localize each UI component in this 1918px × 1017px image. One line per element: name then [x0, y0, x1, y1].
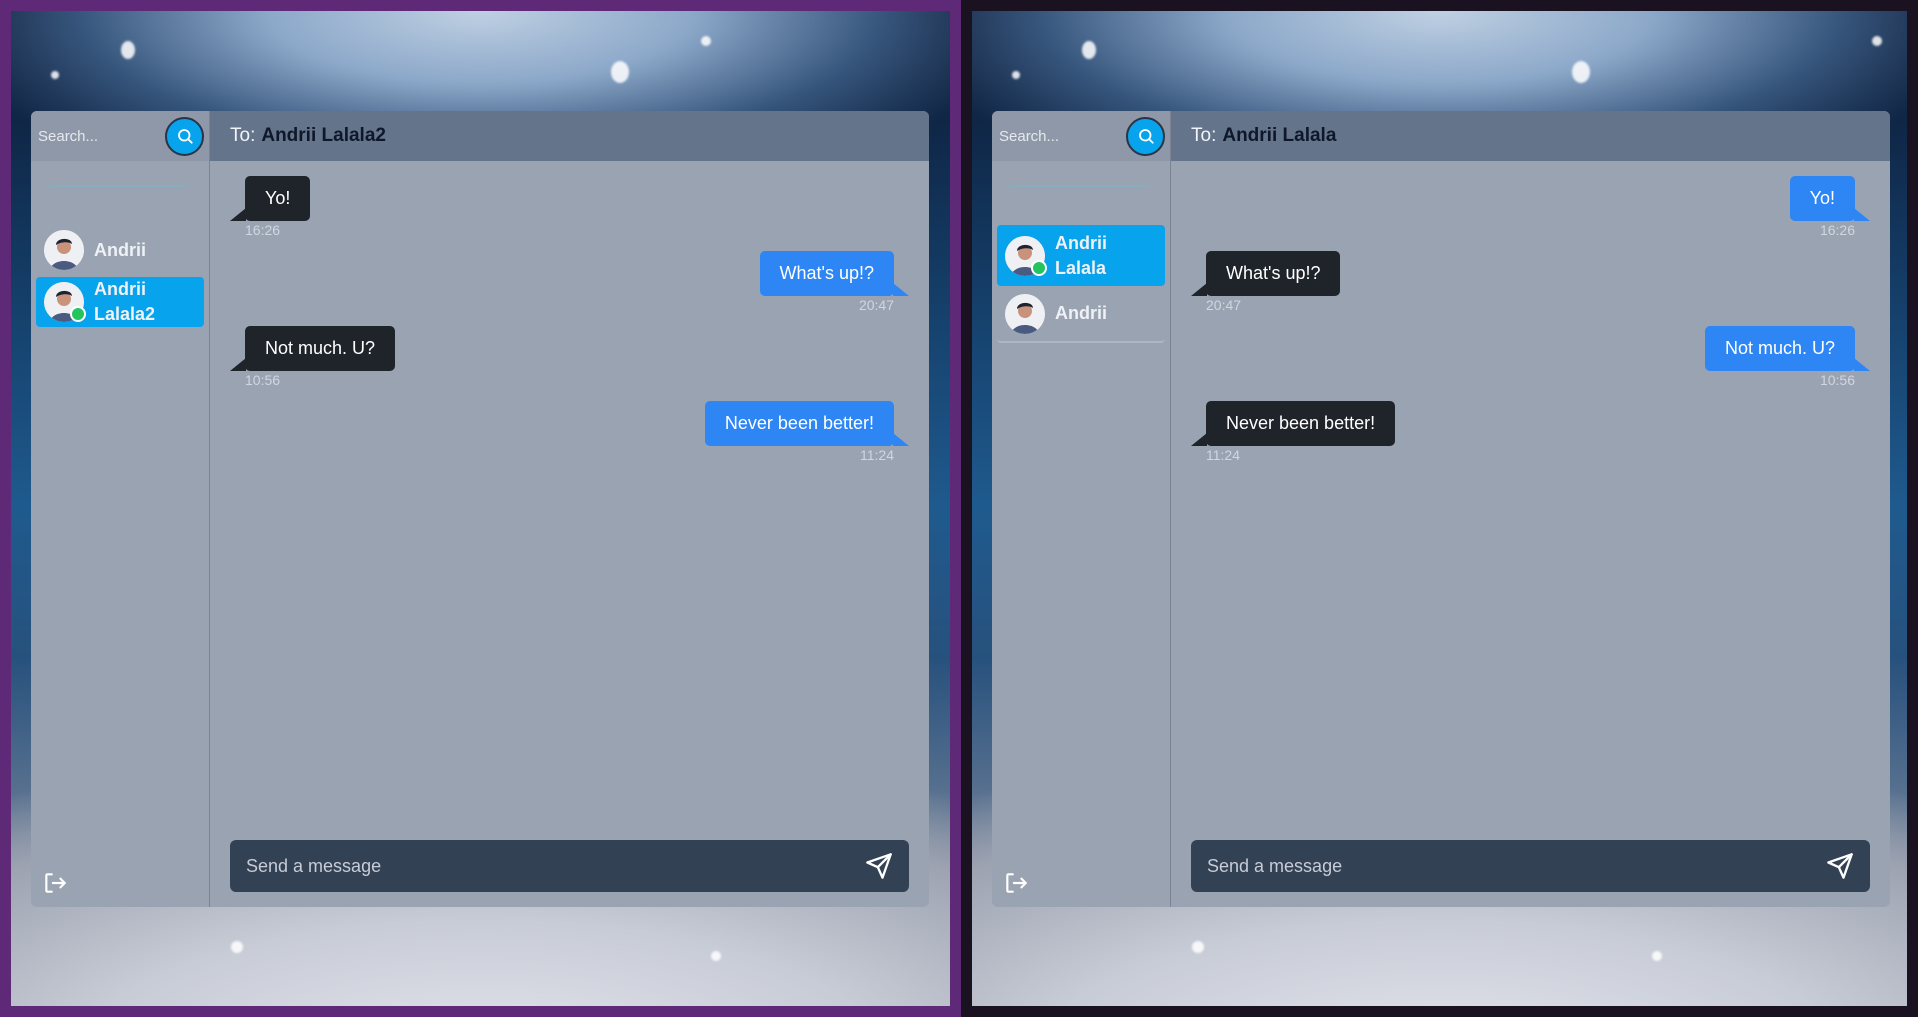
message-item: Not much. U? 10:56: [1704, 326, 1871, 388]
search-input[interactable]: [36, 126, 165, 146]
logout-icon: [1006, 873, 1027, 893]
recipient-name: Andrii Lalala: [1222, 125, 1337, 146]
send-icon: [1827, 853, 1853, 879]
search-icon: [1138, 129, 1154, 144]
message-time: 10:56: [245, 372, 281, 388]
user-avatar-icon: [44, 230, 84, 270]
sidebar-divider: [49, 186, 187, 187]
logout-button[interactable]: [39, 867, 71, 899]
message-time: 20:47: [1206, 297, 1242, 313]
search-row: [992, 111, 1170, 161]
user-avatar-icon: [1005, 293, 1045, 334]
contact-item-andrii[interactable]: Andrii: [36, 225, 204, 275]
message-time: 11:24: [860, 447, 894, 463]
sidebar-divider: [1010, 186, 1148, 187]
message-bubble: Not much. U?: [1704, 326, 1871, 371]
message-bubble: Not much. U?: [229, 326, 396, 371]
contact-name: Andrii Lalala: [1055, 232, 1107, 278]
chat-panel: To: Andrii Lalala Yo! 16:26 What's up!? …: [1171, 111, 1890, 907]
message-time: 16:26: [245, 222, 281, 238]
message-composer: [230, 840, 909, 892]
message-list: Yo! 16:26 What's up!? 20:47 Not much. U?…: [1171, 161, 1890, 907]
message-bubble: What's up!?: [1190, 251, 1341, 296]
message-bubble: Never been better!: [1190, 401, 1396, 446]
recipient-prefix: To:: [1191, 125, 1217, 146]
message-item: Yo! 16:26: [229, 176, 311, 238]
message-item: Never been better! 11:24: [704, 401, 910, 463]
space-background: Andrii Lalala Andrii To: Andrii L: [972, 11, 1907, 1006]
sidebar: Andrii Lalala Andrii: [992, 111, 1171, 907]
avatar: [1005, 235, 1047, 276]
avatar: [44, 282, 86, 322]
search-button[interactable]: [1126, 116, 1165, 156]
message-item: What's up!? 20:47: [759, 251, 910, 313]
contact-name: Andrii Lalala2: [94, 279, 156, 324]
search-input[interactable]: [997, 126, 1126, 146]
chat-app: Andrii Lalala Andrii To: Andrii L: [992, 111, 1890, 907]
send-button[interactable]: [1824, 850, 1856, 882]
search-icon: [177, 129, 193, 144]
contact-list: Andrii Lalala Andrii: [992, 225, 1170, 343]
chat-app: Andrii Andrii Lalala2 To:: [31, 111, 929, 907]
message-bubble: Yo!: [229, 176, 311, 221]
contact-list: Andrii Andrii Lalala2: [31, 225, 209, 327]
sidebar: Andrii Andrii Lalala2: [31, 111, 210, 907]
message-bubble: Yo!: [1789, 176, 1871, 221]
message-bubble: Never been better!: [704, 401, 910, 446]
logout-icon: [45, 873, 66, 893]
message-item: Not much. U? 10:56: [229, 326, 396, 388]
message-time: 11:24: [1206, 447, 1240, 463]
contact-item-andrii-lalala2[interactable]: Andrii Lalala2: [36, 277, 204, 327]
message-composer: [1191, 840, 1870, 892]
message-item: Never been better! 11:24: [1190, 401, 1396, 463]
contact-item-andrii[interactable]: Andrii: [997, 286, 1165, 343]
message-input[interactable]: [1205, 854, 1824, 878]
chat-window-left: Andrii Andrii Lalala2 To:: [0, 0, 961, 1017]
logout-button[interactable]: [1000, 867, 1032, 899]
search-button[interactable]: [165, 116, 204, 156]
chat-header: To: Andrii Lalala2: [210, 111, 929, 161]
online-status-indicator: [1031, 259, 1047, 276]
message-list: Yo! 16:26 What's up!? 20:47 Not much. U?…: [210, 161, 929, 907]
contact-name: Andrii: [1055, 303, 1107, 323]
message-time: 20:47: [858, 297, 894, 313]
avatar: [1005, 293, 1045, 334]
message-item: What's up!? 20:47: [1190, 251, 1341, 313]
contact-item-andrii-lalala[interactable]: Andrii Lalala: [997, 225, 1165, 286]
send-icon: [866, 853, 892, 879]
online-status-indicator: [70, 306, 86, 322]
send-button[interactable]: [863, 850, 895, 882]
message-time: 10:56: [1819, 372, 1855, 388]
recipient-name: Andrii Lalala2: [261, 125, 386, 146]
contact-name: Andrii: [94, 239, 146, 260]
message-item: Yo! 16:26: [1789, 176, 1871, 238]
avatar: [44, 230, 84, 270]
space-background: Andrii Andrii Lalala2 To:: [11, 11, 950, 1006]
chat-window-right: Andrii Lalala Andrii To: Andrii L: [961, 0, 1918, 1017]
recipient-prefix: To:: [230, 125, 256, 146]
chat-header: To: Andrii Lalala: [1171, 111, 1890, 161]
search-row: [31, 111, 209, 161]
message-time: 16:26: [1819, 222, 1855, 238]
message-input[interactable]: [244, 854, 863, 878]
chat-panel: To: Andrii Lalala2 Yo! 16:26 What's up!?…: [210, 111, 929, 907]
message-bubble: What's up!?: [759, 251, 910, 296]
